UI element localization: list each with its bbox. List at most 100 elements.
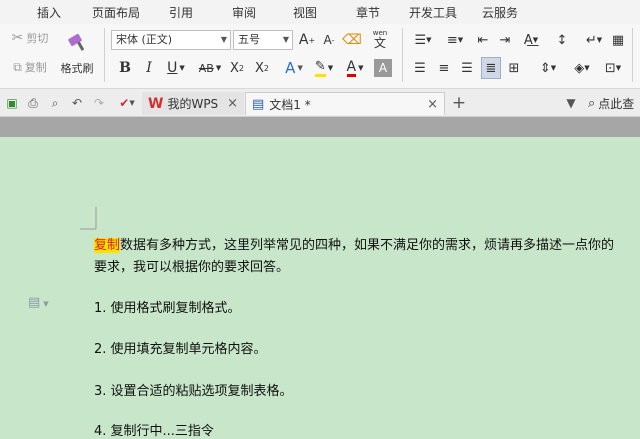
scissors-icon: ✂ — [11, 30, 24, 46]
new-doc-icon[interactable]: ▣ — [4, 95, 20, 111]
paragraph-layout-icon[interactable]: ▤ ▼ — [28, 295, 49, 310]
ribbon-toolbar: ✂ 剪切 ⧉ 复制 格式刷 宋体 (正文) ▼ 五号 ▼ A + A- ⌫ wen… — [0, 24, 640, 89]
group-divider — [402, 28, 403, 82]
distributed-icon: ⊞ — [508, 60, 520, 76]
bold-button[interactable]: B — [116, 58, 134, 78]
char-shading-button[interactable]: A — [374, 59, 392, 77]
sort-button[interactable]: ↕ — [552, 30, 572, 50]
grow-font-button[interactable]: A + — [298, 30, 316, 50]
chinese-layout-button[interactable]: A͟ ▼ — [518, 30, 544, 50]
text-effects-button[interactable]: A ▼ — [281, 58, 307, 78]
font-family-select[interactable]: 宋体 (正文) ▼ — [111, 30, 231, 50]
align-left-icon: ☰ — [414, 60, 426, 76]
decrease-indent-button[interactable]: ⇤ — [474, 30, 492, 50]
superscript-button[interactable]: X2 — [228, 58, 246, 78]
copy-icon: ⧉ — [13, 59, 22, 74]
italic-button[interactable]: I — [140, 58, 158, 78]
format-painter-button[interactable]: 格式刷 — [56, 27, 98, 79]
cut-button[interactable]: ✂ 剪切 — [6, 29, 54, 47]
align-left-button[interactable]: ☰ — [411, 58, 429, 78]
wps-logo-icon: W — [148, 95, 164, 112]
new-tab-button[interactable]: + — [450, 93, 468, 113]
show-marks-button[interactable]: ↵ ▼ — [582, 30, 606, 50]
justify-button[interactable]: ≣ — [481, 57, 501, 79]
margin-corner-marker — [80, 207, 97, 230]
close-icon[interactable]: × — [427, 97, 438, 112]
highlight-button[interactable]: ✎ ▼ — [310, 58, 338, 78]
subscript-icon: X — [255, 60, 264, 76]
intro-text: 数据有多种方式，这里列举常见的四种，如果不满足你的需求，烦请再多描述一点你的 — [120, 238, 615, 253]
tab-insert[interactable]: 插入 — [37, 4, 61, 21]
char-shading-icon: A — [378, 61, 388, 75]
list-item: 2. 使用填充复制单元格内容。 — [94, 342, 267, 357]
shrink-font-icon: A — [323, 33, 332, 47]
paragraph-mark-icon: ↵ — [585, 32, 597, 48]
search-label: 点此查 — [598, 96, 635, 111]
increase-indent-button[interactable]: ⇥ — [496, 30, 514, 50]
numbered-list-icon: ≡ — [446, 32, 458, 48]
clear-format-button[interactable]: ⌫ — [342, 30, 362, 50]
align-center-icon: ≡ — [438, 60, 450, 76]
format-painter-label: 格式刷 — [60, 62, 94, 75]
table-button[interactable]: ▦ — [609, 30, 627, 50]
strikethrough-button[interactable]: AB ▼ — [194, 58, 226, 78]
cut-label: 剪切 — [26, 32, 49, 45]
tab-developer[interactable]: 开发工具 — [409, 4, 457, 21]
tab-review[interactable]: 审阅 — [232, 4, 256, 21]
text-effects-icon: A — [285, 59, 296, 77]
shading-button[interactable]: ◈ ▼ — [568, 58, 596, 78]
tab-references[interactable]: 引用 — [169, 4, 193, 21]
tab-document-1[interactable]: ▤ 文档1 * × — [245, 92, 445, 115]
undo-icon[interactable]: ↶ — [68, 95, 86, 111]
chevron-down-icon: ▼ — [220, 35, 227, 44]
font-family-value: 宋体 (正文) — [116, 33, 173, 46]
grow-font-icon: A — [298, 32, 309, 48]
align-center-button[interactable]: ≡ — [435, 58, 453, 78]
ribbon-tab-bar: 插入 页面布局 引用 审阅 视图 章节 开发工具 云服务 — [0, 0, 640, 24]
font-size-select[interactable]: 五号 ▼ — [233, 30, 293, 50]
tab-chapter[interactable]: 章节 — [356, 4, 380, 21]
justify-icon: ≣ — [485, 60, 497, 76]
shrink-font-button[interactable]: A- — [320, 30, 338, 50]
phonetic-guide-button[interactable]: wen 文 — [366, 28, 394, 52]
indent-icon: ⇥ — [499, 32, 511, 48]
intro-line-2: 要求，我可以根据你的要求回答。 — [94, 260, 290, 275]
print-preview-icon[interactable]: ⌕ — [46, 95, 64, 111]
subscript-button[interactable]: X2 — [253, 58, 271, 78]
highlighted-word: 复制 — [94, 238, 121, 253]
text-layout-icon: A͟ — [523, 32, 533, 48]
tab-page-layout[interactable]: 页面布局 — [92, 4, 140, 21]
distributed-button[interactable]: ⊞ — [505, 58, 523, 78]
ruler-area — [0, 117, 640, 137]
group-divider — [104, 28, 105, 82]
border-icon: ⊡ — [604, 60, 616, 76]
tab-my-wps[interactable]: W 我的WPS × — [142, 92, 244, 115]
list-item: 1. 使用格式刷复制格式。 — [94, 301, 241, 316]
search-icon: ⌕ — [588, 95, 596, 111]
bullet-list-button[interactable]: ☰ ▼ — [409, 30, 437, 50]
quick-access-bar: ▣ ⎙ ⌕ ↶ ↷ ✔ ▼ W 我的WPS × ▤ 文档1 * × + ▼ ⌕ 点… — [0, 89, 640, 117]
redo-icon[interactable]: ↷ — [90, 95, 108, 111]
bullet-list-icon: ☰ — [414, 32, 427, 48]
line-spacing-button[interactable]: ⇕ ▼ — [535, 58, 561, 78]
tab-view[interactable]: 视图 — [293, 4, 317, 21]
customize-icon[interactable]: ✔ ▼ — [116, 95, 138, 111]
tab-cloud[interactable]: 云服务 — [482, 4, 518, 21]
font-color-button[interactable]: A ▼ — [341, 58, 369, 78]
underline-button[interactable]: U ▼ — [163, 58, 189, 78]
list-item: 4. 复制行中...三指令 — [94, 424, 214, 439]
borders-button[interactable]: ⊡ ▼ — [600, 58, 626, 78]
close-icon[interactable]: × — [227, 96, 238, 111]
eraser-icon: ⌫ — [342, 32, 362, 48]
print-icon[interactable]: ⎙ — [24, 95, 42, 111]
font-color-icon: A — [346, 58, 357, 77]
search-box[interactable]: ⌕ 点此查 — [588, 93, 640, 113]
copy-button[interactable]: ⧉ 复制 — [6, 58, 54, 76]
outdent-icon: ⇤ — [477, 32, 489, 48]
align-right-button[interactable]: ☰ — [458, 58, 476, 78]
feedback-icon[interactable]: ▼ — [562, 95, 580, 111]
sort-icon: ↕ — [556, 32, 568, 48]
numbered-list-button[interactable]: ≡ ▼ — [441, 30, 469, 50]
wen-glyph: 文 — [373, 36, 386, 50]
document-canvas[interactable]: ▤ ▼ 复制数据有多种方式，这里列举常见的四种，如果不满足你的需求，烦请再多描述一… — [0, 137, 640, 439]
